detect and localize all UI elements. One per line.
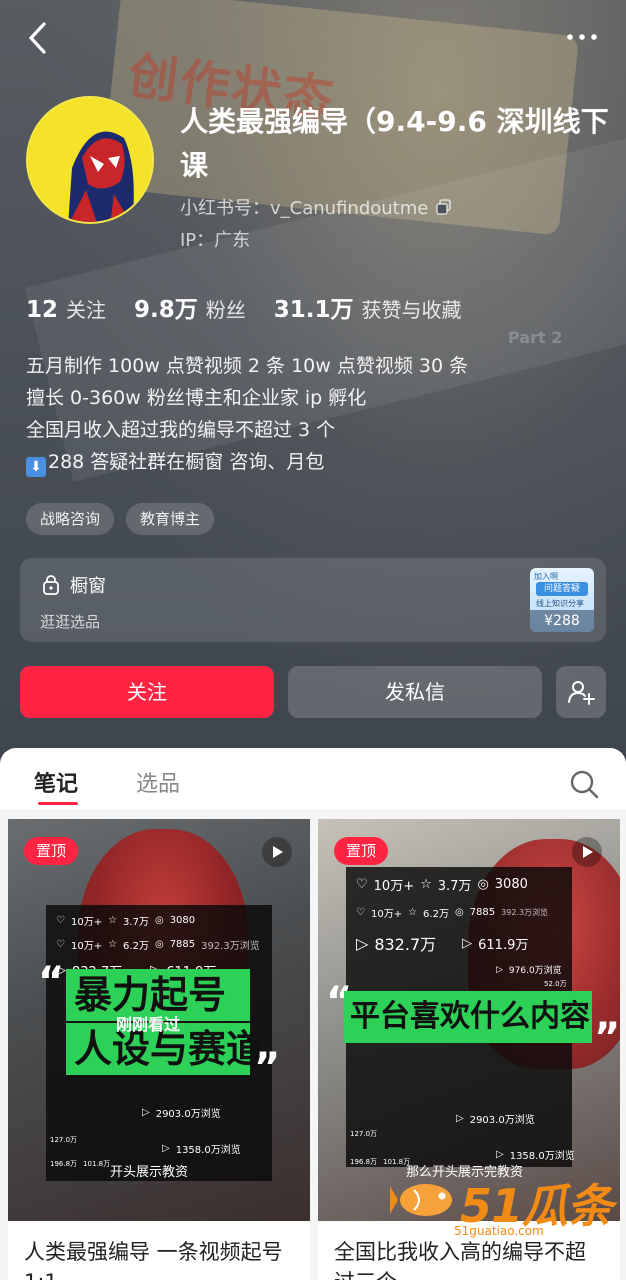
quote-mark: ”	[254, 1045, 281, 1091]
cover-stats-row: ♡ 10万+ ☆ 6.2万 ◎ 7885 392.3万浏览	[56, 939, 260, 952]
quote-mark: “	[38, 959, 65, 1005]
site-watermark: 51瓜条 51guatiao.com	[390, 1168, 620, 1242]
shop-window-title: 橱窗	[42, 572, 106, 598]
play-icon: ▷	[456, 1113, 464, 1124]
more-button[interactable]	[562, 22, 602, 52]
play-icon: ▷	[356, 933, 369, 953]
cover-views-row: ▷ 1358.0万浏览	[496, 1149, 575, 1162]
redbook-id-label: 小红书号：v_Canufindoutme	[180, 198, 429, 219]
cover-small-stats: 127.0万	[50, 1136, 78, 1144]
video-play-icon	[262, 837, 292, 867]
bio-line: 五月制作 100w 点赞视频 2 条 10w 点赞视频 30 条	[26, 355, 469, 377]
play-icon: ▷	[462, 935, 473, 951]
content-tabs: 笔记 选品	[0, 748, 626, 810]
watermark-url: 51guatiao.com	[454, 1224, 544, 1238]
note-cover: 置顶 ♡ 10万+ ☆ 3.7万 ◎ 3080 ♡ 10万+ ☆ 6.2万 ◎ 7885 3…	[318, 819, 620, 1221]
pinned-badge: 置顶	[334, 837, 389, 865]
play-icon: ▷	[496, 1149, 504, 1160]
bio-line: ⬇ 288 答疑社群在橱窗 咨询、月包	[26, 446, 606, 478]
tab-products[interactable]: 选品	[136, 766, 180, 798]
cover-views-row: ▷ 1358.0万浏览	[162, 1143, 241, 1156]
cover-small-stats: 196.8万 101.8万	[50, 1160, 111, 1168]
tab-active-indicator	[38, 802, 78, 805]
pinned-badge: 置顶	[24, 837, 79, 865]
note-title: 全国比我收入高的编导不超过三个	[334, 1240, 586, 1280]
cover-small-stats: 127.0万	[350, 1130, 378, 1138]
ip-location: IP：广东	[180, 230, 251, 251]
heart-icon: ♡	[56, 939, 65, 950]
tag-education-blogger[interactable]: 教育博主	[126, 503, 215, 535]
heart-icon: ♡	[356, 877, 368, 892]
profile-header: 创作状态 Part 2 人类最强编导（9.4-9.6 深圳线下课 小红书号：v_…	[0, 0, 626, 770]
play-icon: ▷	[162, 1143, 170, 1154]
heart-icon: ♡	[356, 907, 365, 918]
cover-views-row: ▷ 976.0万浏览	[496, 964, 562, 977]
product-price: ¥288	[530, 610, 594, 632]
down-arrow-icon: ⬇	[26, 457, 46, 477]
cover-views-row: ▷ 2903.0万浏览	[142, 1107, 221, 1120]
stat-likes-collects[interactable]: 31.1万 获赞与收藏	[274, 290, 462, 324]
tag-strategy-consulting[interactable]: 战略咨询	[26, 503, 115, 535]
redbook-id-row: 小红书号：v_Canufindoutme	[180, 194, 452, 220]
cover-caption: 开头展示教资	[110, 1165, 189, 1180]
note-title: 人类最强编导 一条视频起号 1:1	[24, 1240, 283, 1280]
cover-small-stats: 52.0万	[544, 980, 567, 988]
fish-logo-icon	[390, 1184, 452, 1216]
profile-bio: 五月制作 100w 点赞视频 2 条 10w 点赞视频 30 条 擅长 0-36…	[26, 350, 606, 478]
avatar[interactable]	[26, 96, 154, 224]
star-icon: ☆	[408, 907, 418, 918]
star-icon: ☆	[108, 915, 118, 926]
message-button[interactable]: 发私信	[288, 666, 542, 718]
add-user-icon	[568, 681, 595, 705]
more-dots-icon	[567, 34, 597, 40]
heart-icon: ♡	[56, 915, 65, 926]
comment-icon: ◎	[154, 915, 164, 926]
cover-small-stats: 196.8万 101.8万	[350, 1158, 411, 1166]
spiderman-avatar-icon	[28, 98, 152, 222]
cover-stats-row: ♡ 10万+ ☆ 3.7万 ◎ 3080	[356, 877, 528, 894]
comment-icon: ◎	[454, 907, 464, 918]
comment-icon: ◎	[154, 939, 164, 950]
back-arrow-icon	[29, 22, 46, 54]
cover-views-row: ▷ 2903.0万浏览	[456, 1113, 535, 1126]
search-icon	[570, 770, 599, 799]
video-play-icon	[572, 837, 602, 867]
profile-name: 人类最强编导（9.4-9.6 深圳线下课	[180, 105, 609, 182]
bio-line: 擅长 0-360w 粉丝博主和企业家 ip 孵化	[26, 387, 367, 409]
comment-icon: ◎	[477, 877, 489, 892]
background-part-text: Part 2	[508, 328, 563, 347]
back-button[interactable]	[22, 20, 54, 56]
cover-plays-row: ▷832.7万 ▷611.9万	[356, 933, 529, 955]
tab-notes[interactable]: 笔记	[34, 766, 78, 798]
cover-stats-row: ♡ 10万+ ☆ 6.2万 ◎ 7885 392.3万浏览	[356, 907, 549, 920]
quote-mark: ”	[594, 1015, 620, 1061]
play-icon: ▷	[142, 1107, 150, 1118]
profile-tags: 战略咨询 教育博主	[26, 503, 215, 535]
star-icon: ☆	[108, 939, 118, 950]
star-icon: ☆	[420, 877, 432, 892]
shop-product-thumbnail[interactable]: 加入啊 问题答疑 线上知识分享 ¥288	[530, 568, 594, 632]
note-card[interactable]: 置顶 ♡ 10万+ ☆ 3.7万 ◎ 3080 ♡ 10万+ ☆ 6.2万 ◎ 7885 3…	[8, 819, 310, 1280]
follow-button[interactable]: 关注	[20, 666, 274, 718]
recently-viewed-label: 刚刚看过	[116, 1015, 181, 1034]
shop-window-card[interactable]: 橱窗 逛逛选品 加入啊 问题答疑 线上知识分享 ¥288	[20, 558, 606, 642]
bio-line: 全国月收入超过我的编导不超过 3 个	[26, 419, 336, 441]
cover-banner: 平台喜欢什么内容	[344, 991, 592, 1043]
note-cover: 置顶 ♡ 10万+ ☆ 3.7万 ◎ 3080 ♡ 10万+ ☆ 6.2万 ◎ 7885 3…	[8, 819, 310, 1221]
stat-followers[interactable]: 9.8万 粉丝	[134, 290, 246, 324]
copy-icon[interactable]	[436, 199, 452, 215]
shop-window-subtitle: 逛逛选品	[40, 613, 101, 631]
stat-following[interactable]: 12 关注	[26, 294, 106, 323]
play-icon: ▷	[496, 964, 503, 975]
add-friend-button[interactable]	[556, 666, 606, 718]
search-button[interactable]	[568, 768, 600, 800]
cover-stats-row: ♡ 10万+ ☆ 3.7万 ◎ 3080	[56, 915, 196, 928]
profile-stats: 12 关注 9.8万 粉丝 31.1万 获赞与收藏	[26, 290, 490, 324]
lock-bag-icon	[43, 575, 59, 595]
